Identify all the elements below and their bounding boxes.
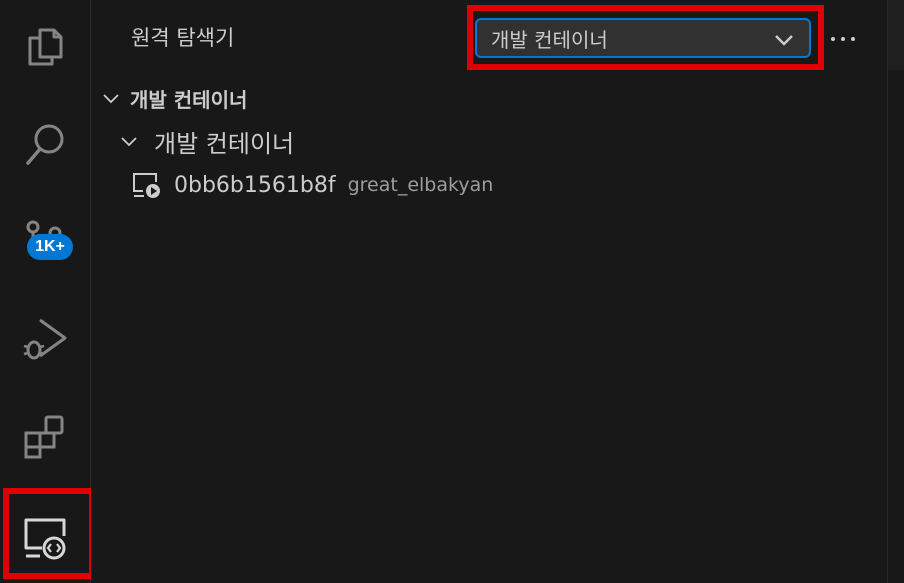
group-label: 개발 컨테이너	[154, 130, 295, 158]
container-name: great_elbakyan	[347, 174, 494, 196]
extensions-icon	[24, 415, 64, 459]
files-icon	[28, 28, 63, 66]
activity-explorer[interactable]	[0, 0, 90, 90]
activity-extensions[interactable]	[0, 391, 90, 481]
container-id: 0bb6b1561b8f	[174, 172, 336, 198]
section-header[interactable]: 개발 컨테이너	[102, 84, 247, 113]
scrollbar-thumb[interactable]	[888, 0, 904, 70]
chevron-down-icon	[103, 93, 119, 103]
container-running-icon	[133, 173, 160, 198]
search-icon	[26, 124, 64, 165]
activity-search[interactable]	[0, 99, 90, 189]
run-debug-icon	[23, 318, 67, 360]
chevron-down-icon	[121, 136, 137, 146]
source-control-badge: 1K+	[27, 234, 73, 260]
remote-select-highlight	[467, 5, 824, 70]
remote-explorer-highlight	[3, 488, 95, 579]
container-item[interactable]: 0bb6b1561b8f great_elbakyan	[132, 171, 493, 199]
sidebar-title: 원격 탐색기	[131, 26, 235, 50]
tree-group[interactable]: 개발 컨테이너	[120, 124, 294, 159]
activity-source-control[interactable]: 1K+	[0, 196, 90, 286]
scrollbar-track[interactable]	[887, 0, 904, 583]
section-label: 개발 컨테이너	[130, 88, 248, 112]
activity-run-debug[interactable]	[0, 294, 90, 384]
more-actions-icon[interactable]	[828, 24, 858, 54]
